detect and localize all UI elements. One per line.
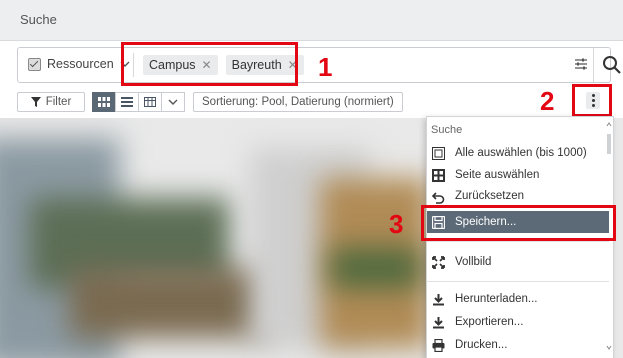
list-icon: [121, 97, 133, 107]
result-thumbnail[interactable]: [330, 248, 420, 288]
sort-button[interactable]: Sortierung: Pool, Datierung (normiert): [193, 92, 403, 112]
view-switcher: [92, 92, 185, 112]
fullscreen-icon: [431, 255, 445, 269]
view-options-button[interactable]: [161, 92, 185, 112]
print-icon: [431, 338, 445, 352]
select-page-icon: [431, 168, 445, 182]
menu-item-label: Zurücksetzen: [455, 190, 525, 202]
table-icon: [144, 97, 156, 107]
resource-dropdown[interactable]: Ressourcen: [28, 57, 130, 71]
divider: [427, 281, 609, 282]
menu-item-export[interactable]: Exportieren...: [427, 311, 609, 333]
menu-item-fullscreen[interactable]: Vollbild: [427, 251, 609, 273]
resource-label: Ressourcen: [47, 57, 114, 71]
filter-button[interactable]: Filter: [17, 92, 85, 112]
download-icon: [431, 292, 445, 306]
checkbox-icon[interactable]: [28, 57, 41, 71]
result-thumbnail[interactable]: [70, 268, 270, 338]
chevron-down-icon: [168, 99, 178, 105]
menu-item-label: Alle auswählen (bis 1000): [455, 147, 587, 159]
menu-item-label: Seite auswählen: [455, 169, 540, 181]
list-view-button[interactable]: [115, 92, 139, 112]
filter-label: Filter: [45, 96, 72, 108]
menu-header: Suche: [431, 124, 463, 136]
menu-item-label: Exportieren...: [455, 316, 524, 328]
annotation-number-1: 1: [318, 52, 333, 82]
menu-item-reset[interactable]: Zurücksetzen: [427, 186, 609, 204]
menu-item-print[interactable]: Drucken...: [427, 334, 609, 356]
tune-icon[interactable]: [574, 57, 588, 71]
menu-item-label: Vollbild: [455, 256, 492, 268]
sort-label: Sortierung: Pool, Datierung (normiert): [202, 96, 394, 108]
export-icon: [431, 315, 445, 329]
grid-view-button[interactable]: [92, 92, 116, 112]
search-panel: Suche Ressourcen Campus ✕ Bayreuth ✕ 1 F…: [0, 0, 623, 358]
menu-item-select-page[interactable]: Seite auswählen: [427, 164, 609, 186]
annotation-box-2: [572, 84, 612, 117]
menu-item-label: Drucken...: [455, 339, 508, 351]
menu-item-download[interactable]: Herunterladen...: [427, 288, 609, 310]
filter-icon: [30, 97, 41, 107]
annotation-box-3: [421, 205, 616, 241]
toolbar: Filter Sortierung: Pool, Datierung (norm…: [17, 91, 403, 113]
panel-header: Suche: [0, 0, 623, 41]
menu-item-label: Herunterladen...: [455, 293, 538, 305]
annotation-box-1: [121, 42, 298, 86]
more-options-icon[interactable]: [586, 92, 600, 109]
panel-title: Suche: [20, 12, 57, 27]
search-bar: Ressourcen Campus ✕ Bayreuth ✕: [17, 47, 621, 83]
select-all-icon: [431, 146, 445, 160]
grid-icon: [98, 97, 110, 107]
table-view-button[interactable]: [138, 92, 162, 112]
divider: [427, 241, 609, 242]
annotation-number-2: 2: [540, 86, 555, 116]
divider: [593, 48, 594, 82]
search-icon[interactable]: [601, 54, 623, 76]
annotation-number-3: 3: [389, 209, 404, 239]
menu-item-select-all[interactable]: Alle auswählen (bis 1000): [427, 142, 609, 164]
undo-icon: [431, 190, 445, 204]
